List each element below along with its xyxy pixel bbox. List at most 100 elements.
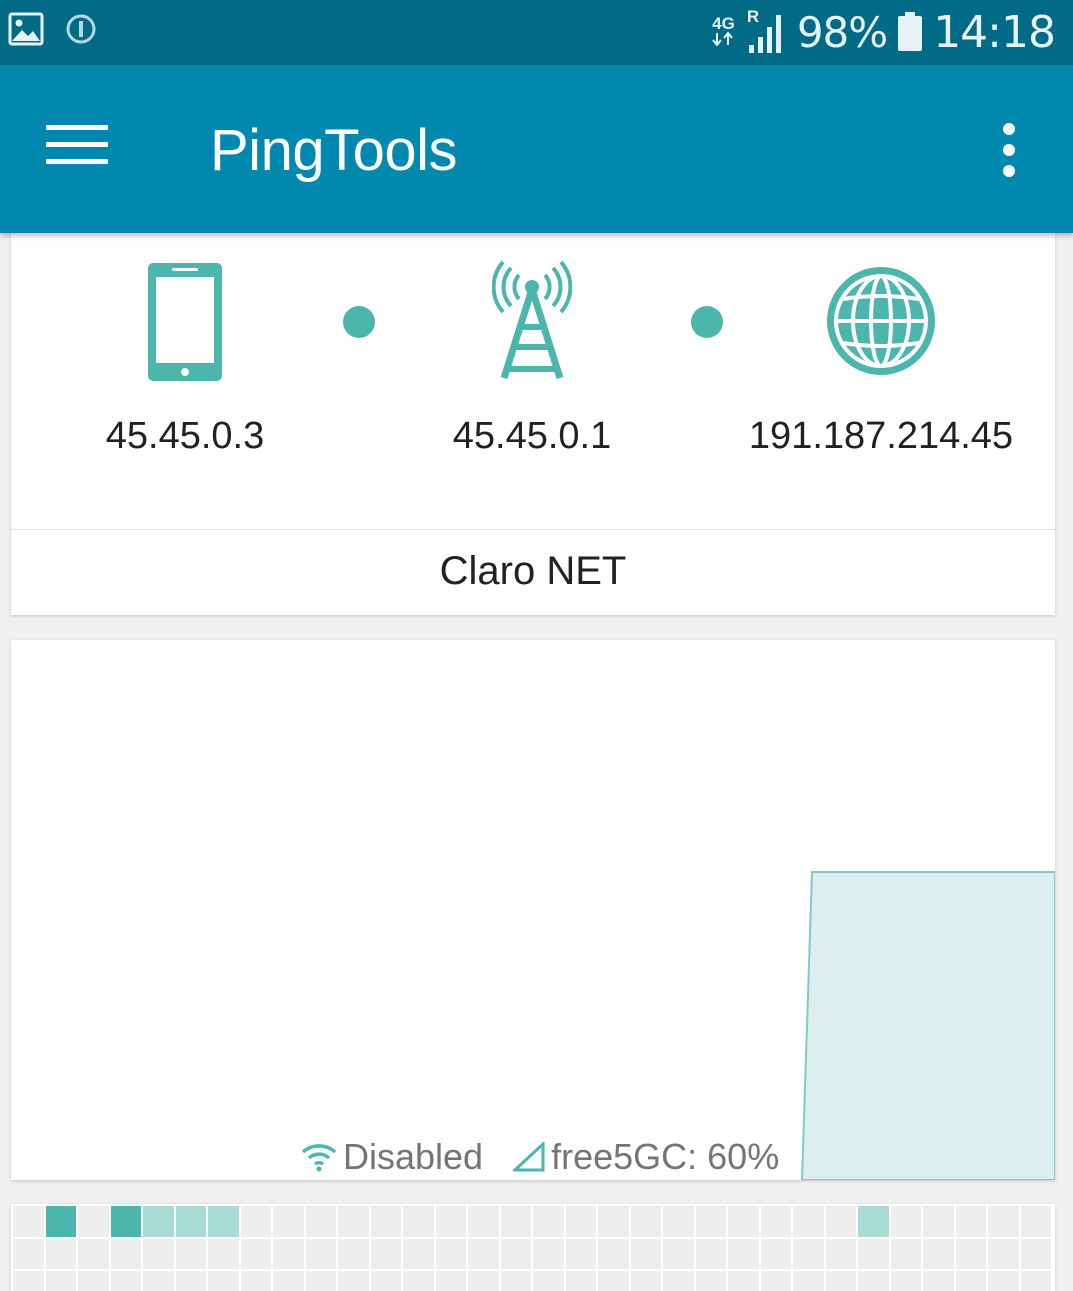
gateway-ip: 45.45.0.1 (452, 415, 612, 457)
history-cell (78, 1271, 109, 1291)
history-cell (338, 1206, 369, 1237)
history-cell (988, 1238, 1019, 1269)
history-cell (793, 1206, 824, 1237)
history-cell (988, 1271, 1019, 1291)
history-cell (468, 1271, 499, 1291)
history-cell (403, 1271, 434, 1291)
history-cell (500, 1271, 531, 1291)
cell-signal-icon (513, 1142, 545, 1172)
history-cell (598, 1206, 629, 1237)
history-cell (338, 1238, 369, 1269)
history-cell (760, 1238, 791, 1269)
gallery-icon (8, 12, 44, 46)
history-cell (565, 1271, 596, 1291)
history-cell (338, 1271, 369, 1291)
data-arrows-icon (712, 30, 734, 47)
history-cell (825, 1238, 856, 1269)
history-cell (240, 1238, 271, 1269)
app-title: PingTools (210, 118, 457, 183)
history-cell (1020, 1271, 1051, 1291)
history-cell (273, 1238, 304, 1269)
history-cell (923, 1206, 954, 1237)
history-cell (403, 1238, 434, 1269)
history-cell (435, 1206, 466, 1237)
history-cell (728, 1206, 759, 1237)
phone-icon (148, 263, 222, 381)
history-cell (663, 1206, 694, 1237)
history-cell (500, 1238, 531, 1269)
history-cell (890, 1271, 921, 1291)
gateway-node[interactable]: 45.45.0.1 (453, 259, 611, 463)
history-cell (273, 1271, 304, 1291)
history-cell (403, 1206, 434, 1237)
signal-strength: R (745, 7, 787, 55)
history-grid (13, 1206, 1051, 1291)
history-cell (858, 1238, 889, 1269)
history-cell (955, 1238, 986, 1269)
history-cell (695, 1271, 726, 1291)
history-cell (793, 1238, 824, 1269)
battery-icon (898, 12, 923, 51)
history-cell (435, 1271, 466, 1291)
app-bar: PingTools (0, 65, 1073, 233)
history-cell (825, 1206, 856, 1237)
history-cell (858, 1206, 889, 1237)
history-cell (955, 1206, 986, 1237)
history-cell (143, 1206, 174, 1237)
history-cell (890, 1206, 921, 1237)
menu-icon[interactable] (46, 125, 108, 171)
history-cell (143, 1238, 174, 1269)
history-cell (533, 1238, 564, 1269)
signal-area (800, 871, 1055, 1180)
history-cell (110, 1238, 141, 1269)
history-cell (240, 1206, 271, 1237)
history-cell (533, 1271, 564, 1291)
history-cell (760, 1206, 791, 1237)
internet-node[interactable]: 191.187.214.45 (749, 263, 1013, 463)
history-cell (175, 1271, 206, 1291)
status-right: 4G R 98% 14:18 (712, 6, 1056, 58)
more-vert-icon[interactable] (989, 123, 1029, 179)
signal-icon (748, 15, 781, 53)
history-cell (208, 1238, 239, 1269)
history-cell (598, 1238, 629, 1269)
history-cell (565, 1206, 596, 1237)
history-cell (630, 1206, 661, 1237)
history-cell (728, 1271, 759, 1291)
network-type: 4G (712, 15, 735, 49)
history-cell (110, 1206, 141, 1237)
history-cell (728, 1238, 759, 1269)
history-cell (305, 1238, 336, 1269)
history-cell (598, 1271, 629, 1291)
history-cell (370, 1206, 401, 1237)
history-cell (45, 1238, 76, 1269)
history-cell (1020, 1238, 1051, 1269)
history-cell (533, 1206, 564, 1237)
history-cell (370, 1271, 401, 1291)
signal-chart (800, 871, 1055, 1180)
device-node[interactable]: 45.45.0.3 (106, 263, 264, 463)
history-cell (208, 1271, 239, 1291)
history-cell (923, 1238, 954, 1269)
history-cell (240, 1271, 271, 1291)
sync-icon (66, 14, 96, 44)
connector-dot (691, 306, 723, 338)
signal-chart-card: Disabled free5GC: 60% (11, 640, 1055, 1180)
legend-cellular-label: free5GC: 60% (551, 1136, 780, 1177)
chart-legend: Disabled free5GC: 60% (301, 1136, 809, 1178)
divider (11, 529, 1055, 530)
history-cell (13, 1271, 44, 1291)
status-bar: 4G R 98% 14:18 (0, 0, 1073, 65)
history-cell (630, 1271, 661, 1291)
network-info-card[interactable]: 45.45.0.3 45.45.0.1 191.187.214.45 Claro… (11, 233, 1055, 615)
history-cell (988, 1206, 1019, 1237)
history-cell (1020, 1206, 1051, 1237)
history-cell (923, 1271, 954, 1291)
history-grid-card (11, 1204, 1055, 1291)
notification-icons (8, 12, 98, 46)
history-cell (630, 1238, 661, 1269)
legend-cellular: free5GC: 60% (513, 1136, 779, 1178)
legend-wifi-label: Disabled (343, 1136, 484, 1177)
history-cell (663, 1271, 694, 1291)
history-cell (13, 1238, 44, 1269)
